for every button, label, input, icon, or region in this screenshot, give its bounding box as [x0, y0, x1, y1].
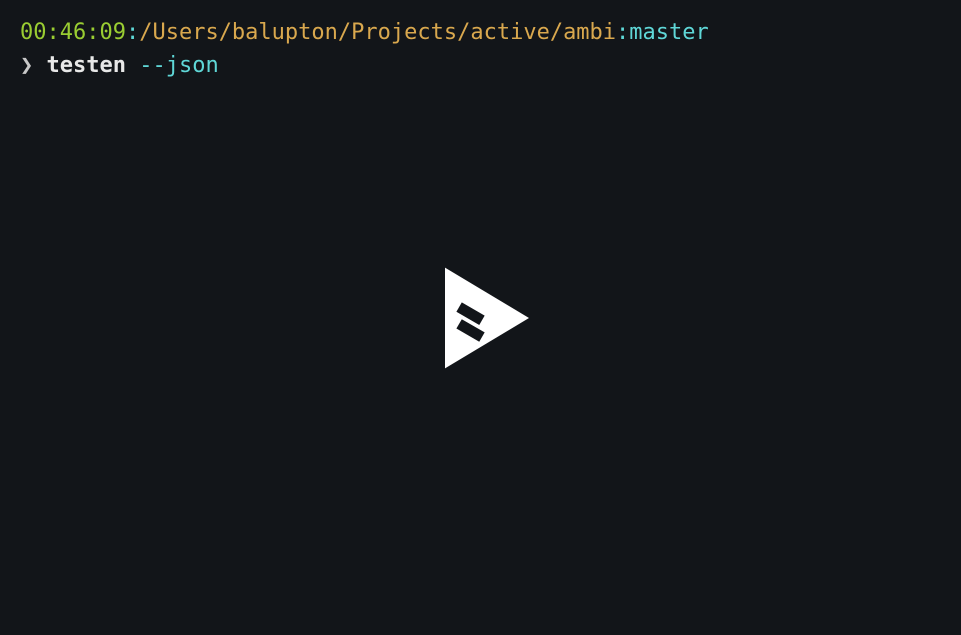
command-name: testen	[47, 53, 126, 78]
prompt-line-2: ❯ testen --json	[20, 49, 941, 82]
prompt-time: 00:46:09	[20, 20, 126, 45]
prompt-separator-1: :	[126, 20, 139, 45]
command-flag: --json	[126, 53, 219, 78]
prompt-branch: master	[629, 20, 708, 45]
prompt-path: /Users/balupton/Projects/active/ambi	[139, 20, 616, 45]
terminal-output: 00:46:09:/Users/balupton/Projects/active…	[0, 0, 961, 98]
prompt-separator-2: :	[616, 20, 629, 45]
play-button[interactable]	[421, 255, 541, 380]
play-icon	[421, 255, 541, 380]
prompt-line-1: 00:46:09:/Users/balupton/Projects/active…	[20, 16, 941, 49]
prompt-symbol: ❯	[20, 53, 47, 78]
